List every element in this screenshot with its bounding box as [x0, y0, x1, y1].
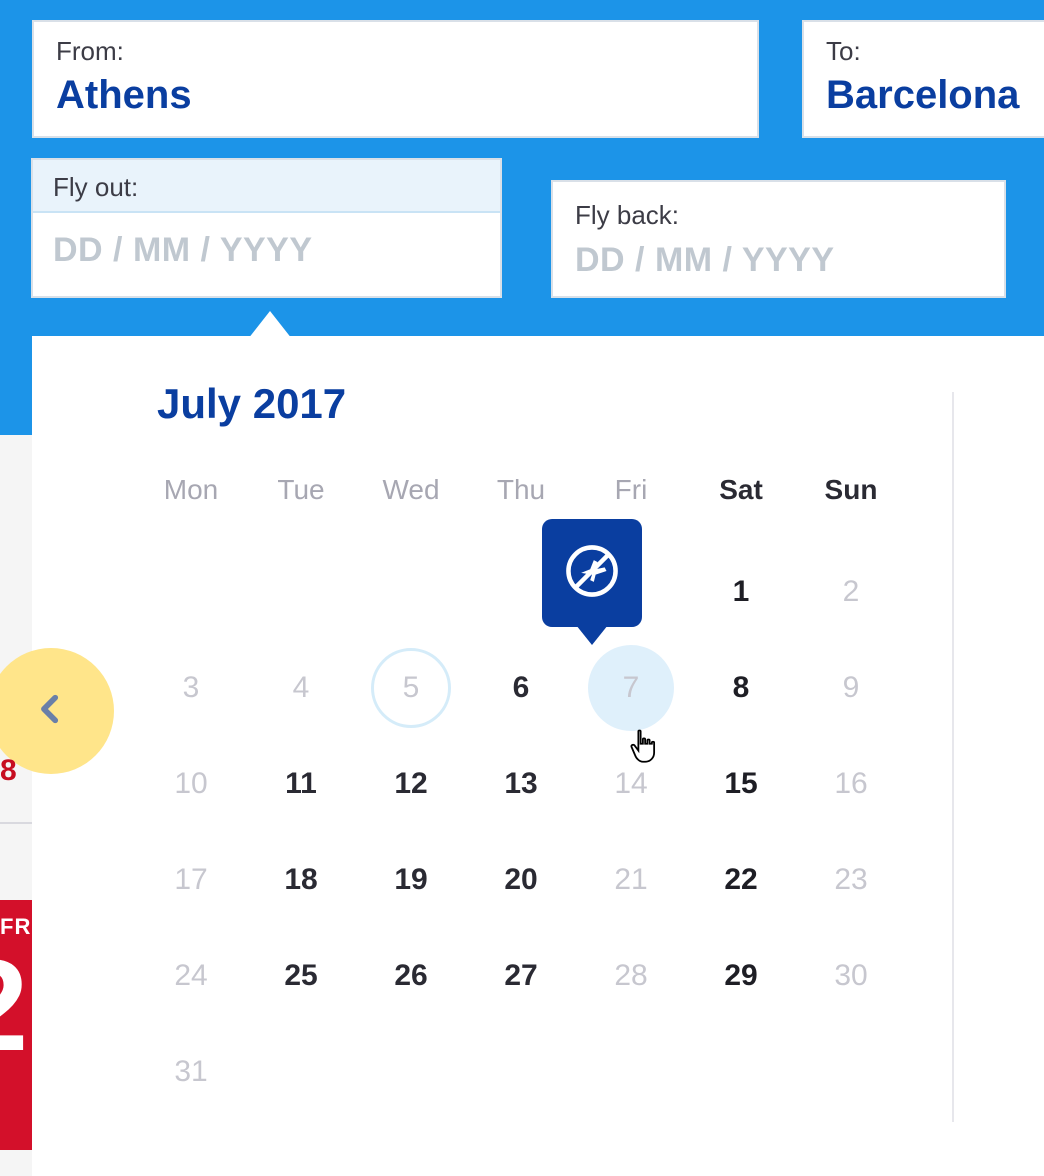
day-blank — [246, 544, 356, 640]
day-8[interactable]: 8 — [686, 640, 796, 736]
day-2[interactable]: 2 — [796, 544, 906, 640]
from-location-box[interactable]: From: Athens — [32, 20, 759, 138]
days-grid: 1234567891011121314151617181920212223242… — [136, 544, 906, 1120]
no-flight-tooltip — [542, 519, 642, 627]
day-9[interactable]: 9 — [796, 640, 906, 736]
day-18[interactable]: 18 — [246, 832, 356, 928]
day-16[interactable]: 16 — [796, 736, 906, 832]
day-7[interactable]: 7 — [576, 640, 686, 736]
day-number: 10 — [174, 767, 207, 801]
day-number: 18 — [284, 863, 317, 897]
day-number: 8 — [733, 671, 750, 705]
day-blank — [136, 544, 246, 640]
fly-out-placeholder: DD / MM / YYYY — [33, 213, 500, 288]
weekday-sun: Sun — [796, 474, 906, 506]
to-label: To: — [826, 36, 1040, 67]
fly-back-label: Fly back: — [575, 200, 982, 231]
day-19[interactable]: 19 — [356, 832, 466, 928]
day-number: 12 — [394, 767, 427, 801]
day-number: 25 — [284, 959, 317, 993]
day-number: 20 — [504, 863, 537, 897]
day-6[interactable]: 6 — [466, 640, 576, 736]
weekday-thu: Thu — [466, 474, 576, 506]
day-number: 26 — [394, 959, 427, 993]
day-15[interactable]: 15 — [686, 736, 796, 832]
day-31[interactable]: 31 — [136, 1024, 246, 1120]
weekday-row: Mon Tue Wed Thu Fri Sat Sun — [136, 474, 906, 506]
day-17[interactable]: 17 — [136, 832, 246, 928]
day-number: 28 — [614, 959, 647, 993]
day-11[interactable]: 11 — [246, 736, 356, 832]
day-outline — [371, 648, 451, 728]
fly-back-box[interactable]: Fly back: DD / MM / YYYY — [551, 180, 1006, 298]
day-number: 27 — [504, 959, 537, 993]
day-30[interactable]: 30 — [796, 928, 906, 1024]
day-20[interactable]: 20 — [466, 832, 576, 928]
day-1[interactable]: 1 — [686, 544, 796, 640]
day-number: 29 — [724, 959, 757, 993]
fly-back-placeholder: DD / MM / YYYY — [575, 241, 982, 280]
calendar-divider — [952, 392, 954, 1122]
day-12[interactable]: 12 — [356, 736, 466, 832]
day-27[interactable]: 27 — [466, 928, 576, 1024]
day-number: 24 — [174, 959, 207, 993]
day-26[interactable]: 26 — [356, 928, 466, 1024]
day-29[interactable]: 29 — [686, 928, 796, 1024]
day-number: 6 — [513, 671, 530, 705]
weekday-wed: Wed — [356, 474, 466, 506]
promo-big-shape: 2 — [0, 940, 33, 1060]
day-number: 1 — [733, 575, 750, 609]
fly-out-label: Fly out: — [33, 160, 500, 213]
day-24[interactable]: 24 — [136, 928, 246, 1024]
day-number: 15 — [724, 767, 757, 801]
no-flight-icon — [563, 542, 621, 605]
to-location-box[interactable]: To: Barcelona — [802, 20, 1044, 138]
day-number: 4 — [293, 671, 310, 705]
day-number: 3 — [183, 671, 200, 705]
day-number: 13 — [504, 767, 537, 801]
day-number: 19 — [394, 863, 427, 897]
day-5[interactable]: 5 — [356, 640, 466, 736]
from-label: From: — [56, 36, 735, 67]
day-blank — [356, 544, 466, 640]
day-25[interactable]: 25 — [246, 928, 356, 1024]
day-number: 11 — [285, 767, 317, 801]
month-title: July 2017 — [157, 380, 346, 428]
day-13[interactable]: 13 — [466, 736, 576, 832]
day-4[interactable]: 4 — [246, 640, 356, 736]
chevron-left-icon — [34, 685, 68, 738]
day-number: 30 — [834, 959, 867, 993]
day-28[interactable]: 28 — [576, 928, 686, 1024]
day-23[interactable]: 23 — [796, 832, 906, 928]
stray-divider — [0, 822, 33, 824]
day-number: 14 — [614, 767, 647, 801]
to-value: Barcelona — [826, 73, 1040, 118]
cursor-pointer-icon — [626, 728, 662, 764]
from-value: Athens — [56, 73, 735, 118]
day-10[interactable]: 10 — [136, 736, 246, 832]
stray-number: 8 — [0, 754, 17, 788]
fly-out-box[interactable]: Fly out: DD / MM / YYYY — [31, 158, 502, 298]
weekday-sat: Sat — [686, 474, 796, 506]
weekday-fri: Fri — [576, 474, 686, 506]
promo-banner: FR 2 — [0, 900, 33, 1150]
day-number: 7 — [623, 671, 640, 705]
day-number: 2 — [843, 575, 860, 609]
day-number: 23 — [834, 863, 867, 897]
weekday-tue: Tue — [246, 474, 356, 506]
day-number: 31 — [174, 1055, 207, 1089]
day-21[interactable]: 21 — [576, 832, 686, 928]
calendar-panel: July 2017 Mon Tue Wed Thu Fri Sat Sun 12… — [32, 336, 1044, 1176]
day-number: 16 — [834, 767, 867, 801]
day-number: 21 — [614, 863, 647, 897]
day-22[interactable]: 22 — [686, 832, 796, 928]
day-number: 22 — [724, 863, 757, 897]
calendar-caret — [248, 311, 292, 339]
day-number: 9 — [843, 671, 860, 705]
weekday-mon: Mon — [136, 474, 246, 506]
day-3[interactable]: 3 — [136, 640, 246, 736]
day-number: 17 — [174, 863, 207, 897]
